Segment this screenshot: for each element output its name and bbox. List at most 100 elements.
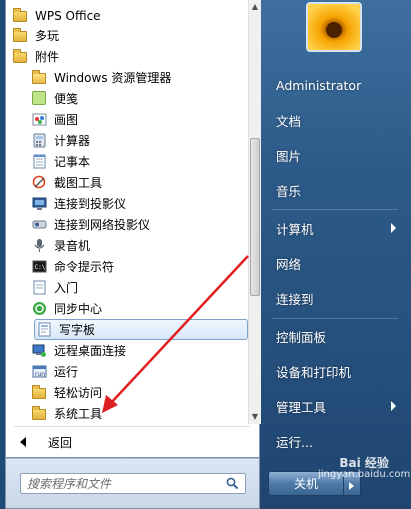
program-label: 便笺 <box>54 92 79 106</box>
network-projector-icon <box>32 217 48 233</box>
program-label: 运行 <box>54 365 79 379</box>
program-item-sticky-notes[interactable]: 便笺 <box>6 88 259 109</box>
explorer-icon <box>32 69 48 86</box>
right-item-label: 设备和打印机 <box>276 364 352 380</box>
sound-recorder-icon <box>32 238 48 254</box>
program-item-snipping-tool[interactable]: 截图工具 <box>6 172 259 193</box>
calculator-icon <box>32 133 48 149</box>
program-label: 写字板 <box>59 323 96 337</box>
user-name-link[interactable]: Administrator <box>260 68 410 102</box>
right-item-label: 图片 <box>276 148 302 164</box>
folder-icon <box>13 27 29 44</box>
program-label: 连接到网络投影仪 <box>54 218 151 232</box>
folder-icon <box>32 384 48 401</box>
right-item-label: 网络 <box>276 256 302 272</box>
watermark-line1: Bai 经验 <box>339 456 389 470</box>
sticky-notes-icon <box>32 90 48 107</box>
search-area: 搜索程序和文件 <box>5 458 260 509</box>
computer-link[interactable]: 计算机 <box>260 211 410 245</box>
program-label: 计算器 <box>54 134 91 148</box>
program-item-sync-center[interactable]: 同步中心 <box>6 298 259 319</box>
program-item-remote-desktop[interactable]: 远程桌面连接 <box>6 340 259 361</box>
devices-and-printers-link[interactable]: 设备和打印机 <box>260 354 410 388</box>
program-folder-wps-office[interactable]: WPS Office <box>6 5 259 26</box>
program-item-run[interactable]: run 运行 <box>6 361 259 382</box>
user-avatar[interactable] <box>306 2 362 52</box>
folder-icon <box>13 48 29 65</box>
svg-text:run: run <box>35 371 45 378</box>
watermark-line2: jingyan.baidu.com <box>318 469 411 480</box>
administrative-tools-link[interactable]: 管理工具 <box>260 389 410 423</box>
program-label: 多玩 <box>35 29 60 43</box>
submenu-arrow-icon <box>391 401 396 411</box>
wordpad-icon <box>37 322 53 338</box>
program-item-calculator[interactable]: 计算器 <box>6 130 259 151</box>
getting-started-icon <box>32 280 48 296</box>
documents-link[interactable]: 文档 <box>260 103 410 137</box>
music-link[interactable]: 音乐 <box>260 173 410 207</box>
back-button[interactable]: 返回 <box>6 431 246 453</box>
network-link[interactable]: 网络 <box>260 246 410 280</box>
control-panel-link[interactable]: 控制面板 <box>260 319 410 353</box>
program-item-sound-recorder[interactable]: 录音机 <box>6 235 259 256</box>
pictures-link[interactable]: 图片 <box>260 138 410 172</box>
paint-icon <box>32 112 48 128</box>
back-arrow-icon <box>20 437 26 447</box>
program-item-command-prompt[interactable]: C:\ 命令提示符 <box>6 256 259 277</box>
all-programs-list: WPS Office 多玩 附件 Windows 资源管理器 便笺 画图 计算器… <box>5 0 261 458</box>
program-label: 录音机 <box>54 239 91 253</box>
scroll-up-icon[interactable]: ▲ <box>249 0 261 14</box>
program-label: Windows 资源管理器 <box>54 71 172 85</box>
shutdown-label: 关机 <box>293 477 318 491</box>
program-folder-accessories[interactable]: 附件 <box>6 46 259 67</box>
program-label: 远程桌面连接 <box>54 344 127 358</box>
program-label: 同步中心 <box>54 302 103 316</box>
snipping-tool-icon <box>32 175 48 191</box>
run-icon: run <box>32 364 48 380</box>
program-label: 轻松访问 <box>54 386 103 400</box>
program-label: 截图工具 <box>54 176 103 190</box>
search-placeholder: 搜索程序和文件 <box>27 477 112 491</box>
submenu-arrow-icon <box>391 223 396 233</box>
right-item-label: 连接到 <box>276 291 314 307</box>
folder-icon <box>32 405 48 422</box>
right-item-label: 计算机 <box>276 221 314 237</box>
right-item-label: 文档 <box>276 113 302 129</box>
program-item-wordpad[interactable]: 写字板 <box>34 319 248 340</box>
program-folder-ease-of-access[interactable]: 轻松访问 <box>6 382 259 403</box>
svg-text:C:\: C:\ <box>35 264 46 271</box>
right-item-label: 运行... <box>276 434 313 450</box>
program-label: 记事本 <box>54 155 91 169</box>
program-item-windows-explorer[interactable]: Windows 资源管理器 <box>6 67 259 88</box>
program-item-notepad[interactable]: 记事本 <box>6 151 259 172</box>
projector-icon <box>32 196 48 212</box>
folder-icon <box>13 7 29 24</box>
search-input[interactable]: 搜索程序和文件 <box>20 473 246 494</box>
scroll-thumb[interactable] <box>250 138 260 296</box>
program-label: 入门 <box>54 281 79 295</box>
user-name: Administrator <box>276 77 362 93</box>
back-label: 返回 <box>48 435 73 450</box>
right-item-label: 管理工具 <box>276 399 327 415</box>
program-label: WPS Office <box>35 8 101 23</box>
program-item-paint[interactable]: 画图 <box>6 109 259 130</box>
notepad-icon <box>32 154 48 170</box>
program-label: 附件 <box>35 50 60 64</box>
right-separator <box>272 209 398 210</box>
command-prompt-icon: C:\ <box>32 259 48 275</box>
watermark: Bai 经验 jingyan.baidu.com <box>318 457 410 481</box>
list-separator <box>14 426 250 427</box>
program-item-getting-started[interactable]: 入门 <box>6 277 259 298</box>
connect-to-link[interactable]: 连接到 <box>260 281 410 315</box>
program-label: 画图 <box>54 113 79 127</box>
program-item-connect-to-projector[interactable]: 连接到投影仪 <box>6 193 259 214</box>
program-folder-system-tools[interactable]: 系统工具 <box>6 403 259 424</box>
right-item-label: 控制面板 <box>276 329 327 345</box>
program-folder-duowan[interactable]: 多玩 <box>6 25 259 46</box>
right-item-label: 音乐 <box>276 183 302 199</box>
run-link[interactable]: 运行... <box>260 424 410 458</box>
program-label: 系统工具 <box>54 407 103 421</box>
search-icon[interactable] <box>226 477 239 490</box>
sync-center-icon <box>32 301 48 317</box>
program-item-connect-to-network-projector[interactable]: 连接到网络投影仪 <box>6 214 259 235</box>
